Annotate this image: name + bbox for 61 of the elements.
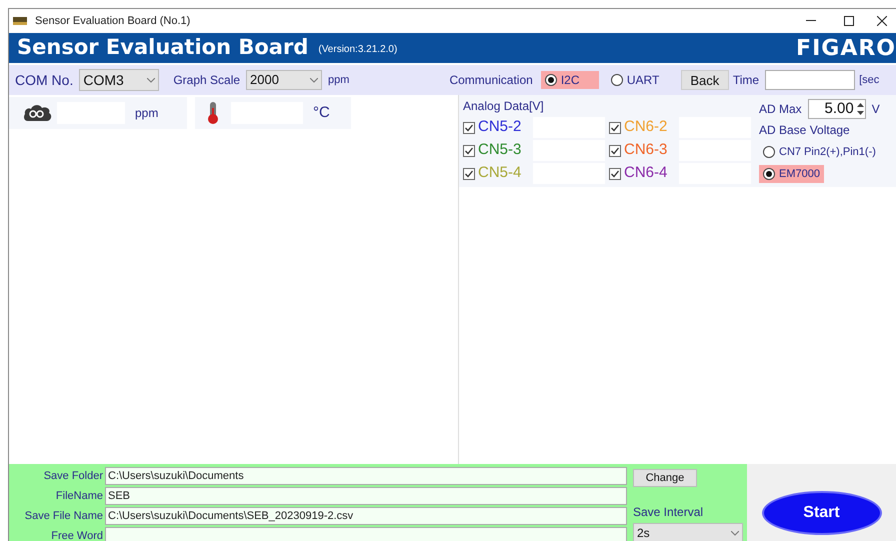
channel-label[interactable]: CN5-3 — [478, 139, 522, 162]
scale-dropdown[interactable]: 2000 — [246, 70, 322, 90]
ad-max-spinner[interactable]: 5.00 — [808, 99, 866, 119]
version-label: (Version:3.21.2.0) — [318, 43, 398, 57]
text-field[interactable]: SEB — [105, 487, 627, 505]
co2-cloud-icon — [23, 103, 53, 123]
temperature-unit: °C — [313, 102, 330, 123]
checkbox-icon[interactable] — [609, 168, 621, 180]
field-label: Save File Name — [24, 508, 103, 524]
checkbox-icon[interactable] — [463, 168, 475, 180]
com-label: COM No. — [15, 70, 74, 90]
radio-option[interactable]: EM7000 — [759, 165, 824, 183]
radio-label[interactable]: EM7000 — [779, 166, 820, 182]
window-title: Sensor Evaluation Board (No.1) — [35, 14, 190, 29]
checkbox-icon[interactable] — [609, 144, 621, 156]
com-dropdown[interactable]: COM3 — [79, 69, 160, 91]
radio-option[interactable]: UART — [606, 71, 667, 89]
time-field[interactable] — [765, 70, 856, 90]
radio-label[interactable]: I2C — [560, 71, 580, 89]
ad-max-unit: V — [872, 101, 880, 118]
back-button[interactable]: Back — [680, 70, 729, 90]
co2-unit: ppm — [135, 105, 158, 122]
chevron-icon — [731, 530, 739, 536]
communication-label: Communication — [449, 72, 533, 89]
field-label: Save Folder — [42, 468, 103, 484]
text-field[interactable]: C:\Users\suzuki\Documents\SEB_20230919-2.csv — [105, 507, 627, 525]
text-field[interactable]: C:\Users\suzuki\Documents — [105, 467, 627, 485]
change-button[interactable]: Change — [633, 469, 697, 487]
spinner-arrows-icon — [856, 101, 865, 117]
radio-circle-icon[interactable] — [763, 146, 775, 158]
field-label: Free Word — [50, 528, 103, 541]
start-button[interactable]: Start — [762, 490, 882, 534]
scale-unit: ppm — [328, 72, 350, 88]
interval-dropdown[interactable]: 2s — [633, 523, 743, 541]
radio-option[interactable]: CN7 Pin2(+),Pin1(-) — [759, 143, 880, 161]
brand-logo: FIGARO — [796, 34, 896, 62]
analog-title: Analog Data[V] — [463, 98, 545, 115]
base-voltage-label: AD Base Voltage — [759, 122, 851, 139]
time-label: Time — [732, 72, 760, 89]
radio-label[interactable]: UART — [626, 71, 660, 89]
radio-circle-icon[interactable] — [610, 74, 623, 86]
scale-label: Graph Scale — [173, 72, 240, 89]
checkbox-icon[interactable] — [463, 122, 475, 134]
save-interval-label: Save Interval — [633, 504, 704, 521]
chevron-icon — [147, 78, 156, 82]
checkbox-icon[interactable] — [609, 122, 621, 134]
checkbox-icon[interactable] — [463, 144, 475, 156]
field-label: FileName — [54, 488, 103, 504]
thermometer-icon — [207, 102, 219, 124]
ad-max-label: AD Max — [759, 101, 802, 118]
radio-label[interactable]: CN7 Pin2(+),Pin1(-) — [779, 144, 876, 160]
text-field[interactable] — [105, 527, 627, 541]
chevron-icon — [310, 78, 318, 82]
radio-option[interactable]: I2C — [540, 71, 599, 89]
channel-label[interactable]: CN5-2 — [478, 116, 522, 139]
app-icon — [13, 17, 27, 25]
radio-circle-icon[interactable] — [544, 74, 557, 86]
channel-label[interactable]: CN6-4 — [624, 162, 668, 185]
time-unit: [sec — [859, 72, 880, 88]
app-title: Sensor Evaluation Board — [17, 34, 308, 62]
radio-circle-icon[interactable] — [763, 168, 775, 180]
